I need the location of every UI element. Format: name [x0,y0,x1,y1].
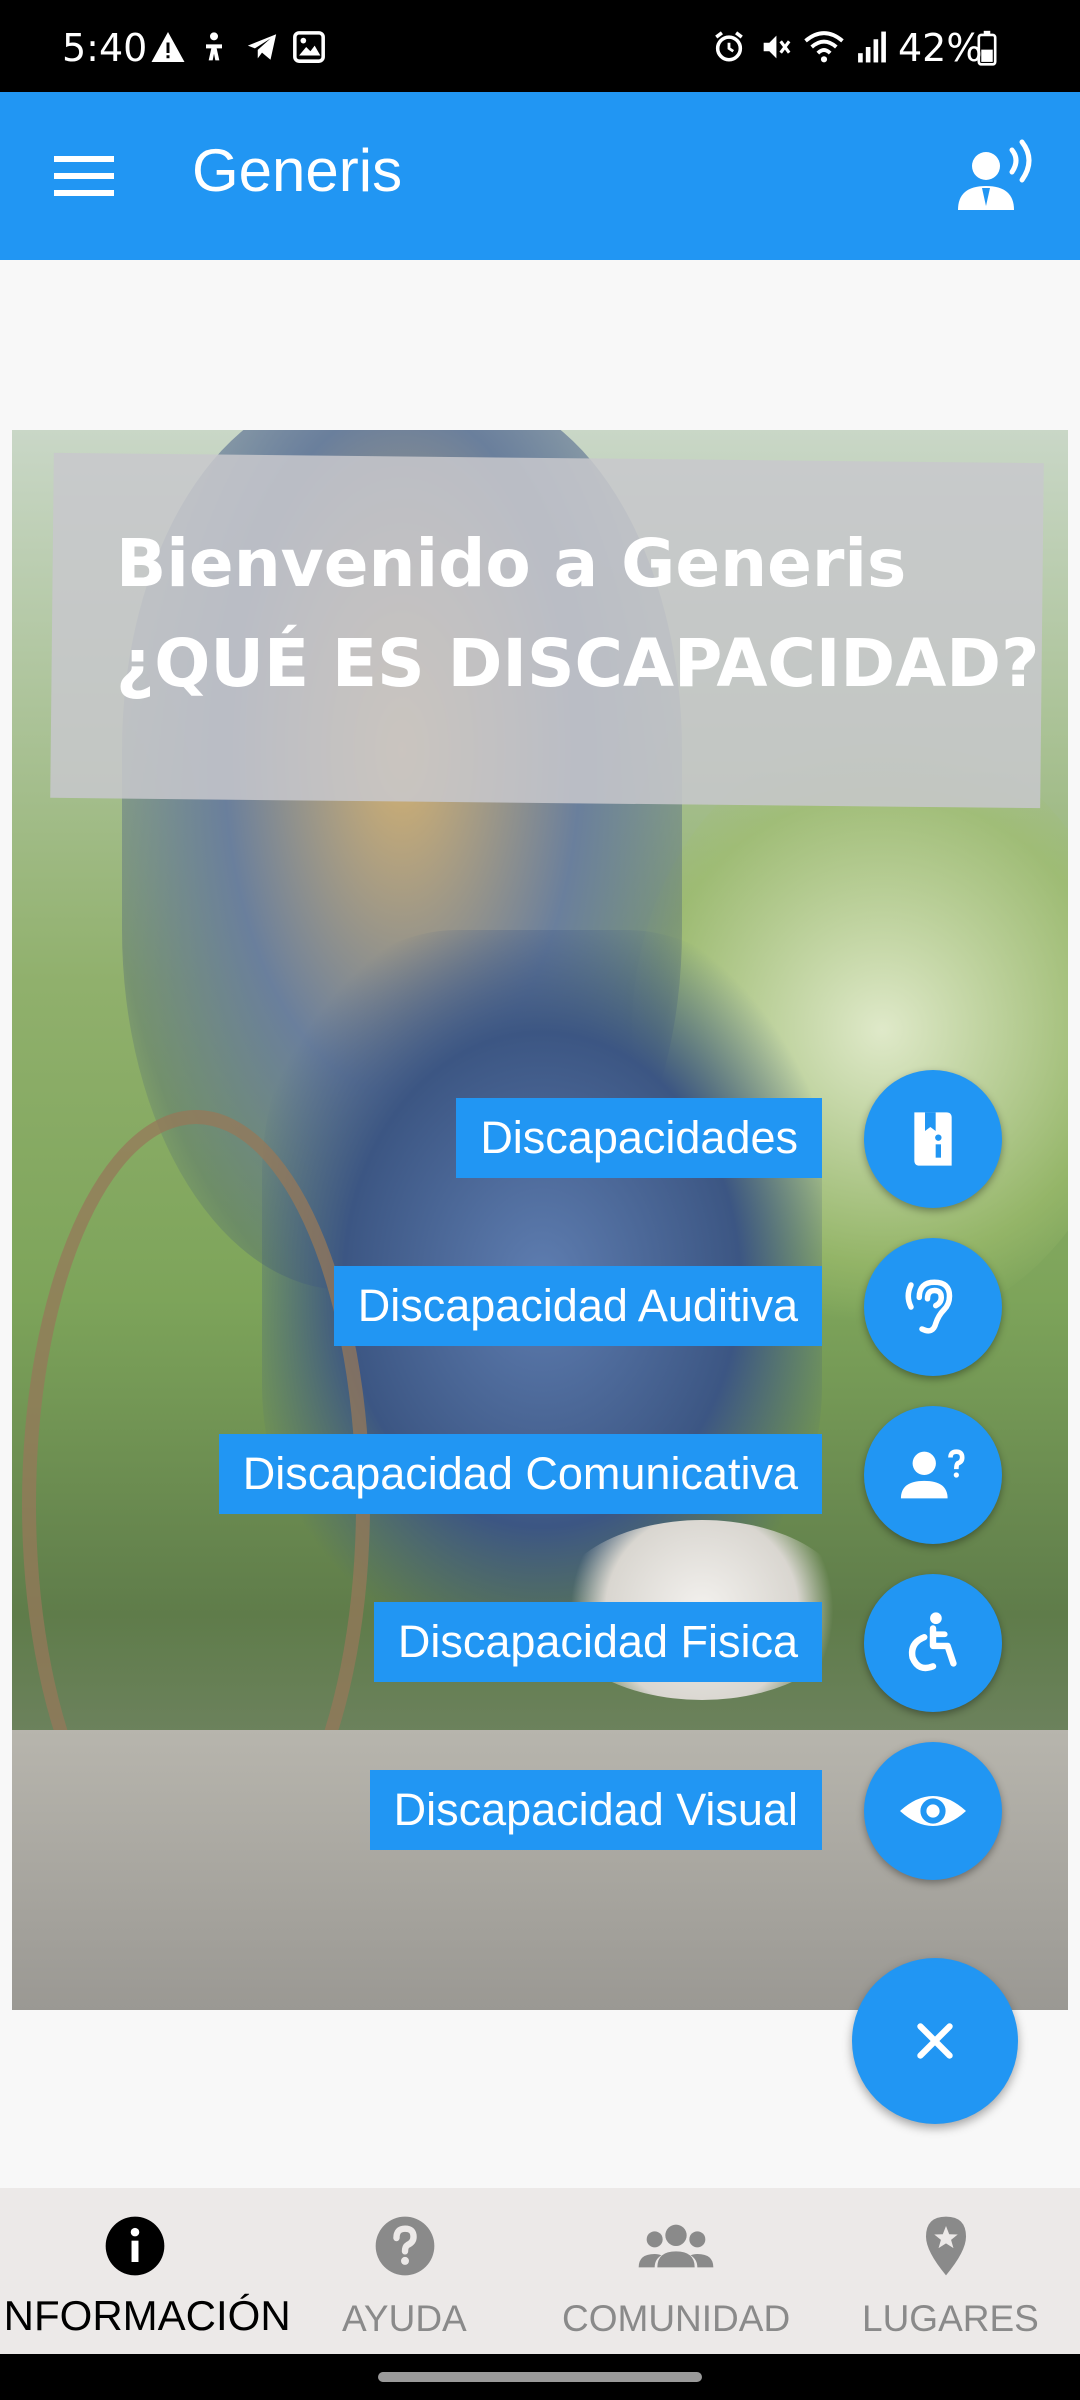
fab-label-comunicativa[interactable]: Discapacidad Comunicativa [218,1434,822,1514]
app-bar: Generis [0,92,1080,260]
nav-item-comunidad[interactable]: COMUNIDAD [540,2188,810,2354]
nav-item-lugares[interactable]: LUGARES [840,2188,1060,2354]
hamburger-menu-icon [54,156,114,196]
signal-icon [858,31,886,63]
fab-discapacidades-button[interactable] [864,1070,1002,1208]
mute-icon [763,35,791,59]
home-gesture-handle[interactable] [378,2372,702,2382]
nav-label-informacion: INFORMACIÓN [0,2292,291,2339]
fab-label-visual[interactable]: Discapacidad Visual [369,1770,822,1850]
app-title: Generis [192,137,403,204]
nav-label-lugares: LUGARES [862,2298,1039,2339]
wheelchair-icon [908,1612,957,1672]
welcome-title: Bienvenido a Generis [116,525,907,602]
eye-icon [900,1796,966,1826]
telegram-icon [247,34,277,60]
place-icon [926,2216,966,2276]
nav-label-ayuda: AYUDA [342,2298,467,2339]
ear-icon [905,1279,953,1334]
nav-item-ayuda[interactable]: AYUDA [300,2188,510,2354]
fab-visual-button[interactable] [864,1742,1002,1880]
person-speaking-icon [958,139,1032,210]
alarm-icon [715,31,743,62]
menu-button[interactable] [40,132,128,220]
group-icon [638,2224,714,2268]
nav-item-informacion[interactable]: INFORMACIÓN [0,2188,291,2354]
wifi-icon [804,31,844,63]
gesture-navigation-bar [0,2354,1080,2400]
close-icon [917,2023,953,2059]
welcome-question: ¿QUÉ ES DISCAPACIDAD? [116,625,1040,702]
warning-icon [151,32,185,62]
help-icon [375,2216,435,2276]
nav-label-comunidad: COMUNIDAD [562,2298,791,2339]
fab-label-fisica[interactable]: Discapacidad Fisica [373,1602,822,1682]
fab-comunicativa-button[interactable] [864,1406,1002,1544]
voice-assistant-button[interactable] [948,128,1044,224]
fab-fisica-button[interactable] [864,1574,1002,1712]
bottom-navigation: INFORMACIÓN AYUDA COMUNIDAD LUGARES [0,2188,1080,2354]
info-icon [105,2216,165,2276]
book-info-icon [914,1112,952,1166]
battery-percent: 42% [898,26,983,70]
fab-label-auditiva[interactable]: Discapacidad Auditiva [333,1266,822,1346]
fab-label-discapacidades[interactable]: Discapacidades [456,1098,822,1178]
fab-close-button[interactable] [852,1958,1018,2124]
status-time: 5:40 [62,26,148,70]
status-bar: 5:40 42% [0,0,1080,92]
gallery-icon [293,31,325,63]
accessibility-notification-icon [206,32,222,61]
person-question-icon [900,1449,965,1499]
battery-icon [977,30,997,66]
fab-auditiva-button[interactable] [864,1238,1002,1376]
